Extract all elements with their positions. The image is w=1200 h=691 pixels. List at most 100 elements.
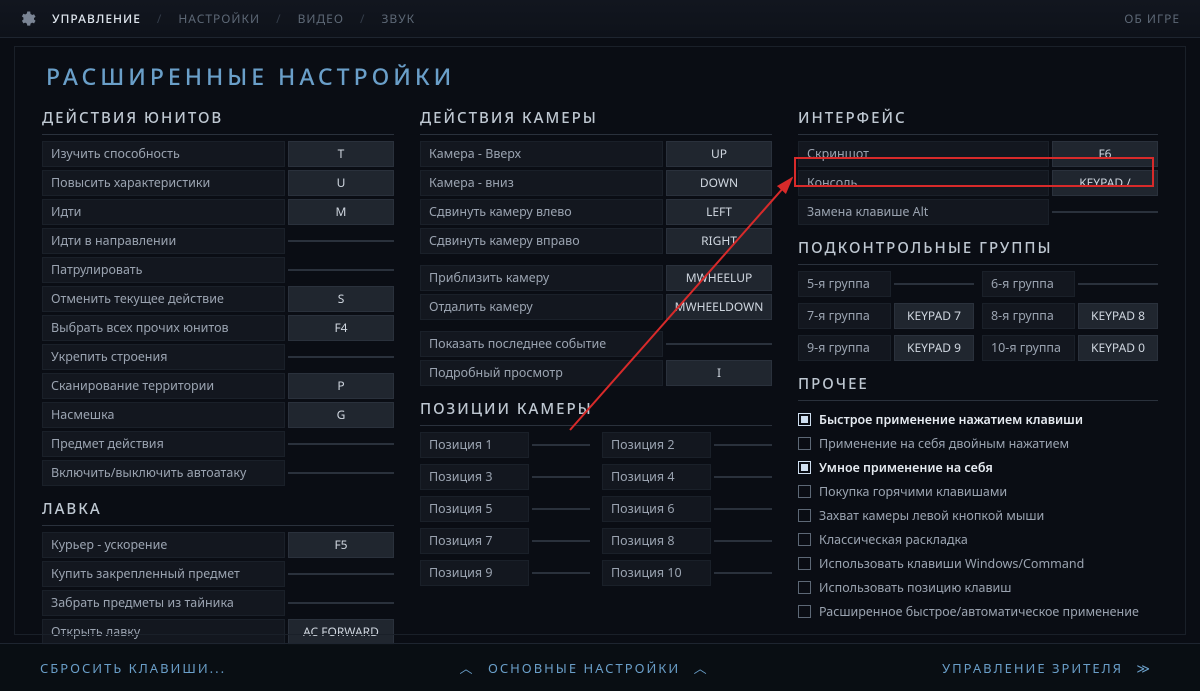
checkbox-row[interactable]: Умное применение на себя bbox=[798, 455, 1158, 479]
reset-keys-button[interactable]: CБРОСИТЬ КЛАВИШИ... bbox=[40, 659, 226, 677]
keybind-slot[interactable]: KEYPAD 0 bbox=[1078, 335, 1158, 361]
keybind-slot[interactable] bbox=[714, 476, 772, 478]
section-misc: ПРОЧЕЕ bbox=[798, 364, 1158, 401]
checkbox-icon bbox=[798, 437, 811, 450]
keybind-row: Позиция 10 bbox=[602, 560, 772, 586]
keybind-slot[interactable]: UP bbox=[666, 141, 772, 167]
keybind-slot[interactable] bbox=[288, 443, 394, 445]
keybind-label: Замена клавише Alt bbox=[798, 199, 1049, 225]
section-control-groups: ПОДКОНТРОЛЬНЫЕ ГРУППЫ bbox=[798, 228, 1158, 265]
keybind-slot[interactable] bbox=[288, 356, 394, 358]
checkbox-icon bbox=[798, 533, 811, 546]
keybind-row: Предмет действия bbox=[42, 431, 394, 457]
keybind-row: Приблизить камеруMWHEELUP bbox=[420, 265, 772, 291]
keybind-row: Позиция 6 bbox=[602, 496, 772, 522]
keybind-slot[interactable] bbox=[532, 540, 590, 542]
keybind-row: Позиция 3 bbox=[420, 464, 590, 490]
keybind-slot[interactable]: KEYPAD 8 bbox=[1078, 303, 1158, 329]
checkbox-icon bbox=[798, 509, 811, 522]
keybind-slot[interactable]: T bbox=[288, 141, 394, 167]
gear-icon[interactable] bbox=[18, 10, 36, 28]
keybind-slot[interactable] bbox=[714, 572, 772, 574]
keybind-label: 6-я группа bbox=[982, 271, 1075, 297]
section-unit-actions: ДЕЙСТВИЯ ЮНИТОВ bbox=[42, 98, 394, 135]
tab-2[interactable]: ВИДЕО bbox=[296, 10, 346, 27]
keybind-label: Сдвинуть камеру вправо bbox=[420, 228, 663, 254]
keybind-row: 7-я группаKEYPAD 7 bbox=[798, 303, 974, 329]
keybind-slot[interactable] bbox=[532, 572, 590, 574]
checkbox-row[interactable]: Использовать клавиши Windows/Command bbox=[798, 551, 1158, 575]
keybind-slot[interactable]: M bbox=[288, 199, 394, 225]
keybind-row: Замена клавише Alt bbox=[798, 199, 1158, 225]
keybind-slot[interactable]: G bbox=[288, 402, 394, 428]
basic-settings-button[interactable]: ОСНОВНЫЕ НАСТРОЙКИ bbox=[488, 659, 680, 677]
page-title: РАСШИРЕННЫЕ НАСТРОЙКИ bbox=[0, 38, 1200, 98]
keybind-row: Открыть лавкуAC FORWARD bbox=[42, 619, 394, 645]
keybind-slot[interactable] bbox=[666, 343, 772, 345]
keybind-row: 5-я группа bbox=[798, 271, 974, 297]
checkbox-row[interactable]: Расширенное быстрое/автоматическое приме… bbox=[798, 599, 1158, 623]
chevron-up-icon: ︿ bbox=[460, 659, 475, 677]
keybind-row: Купить закрепленный предмет bbox=[42, 561, 394, 587]
keybind-row: Идти в направлении bbox=[42, 228, 394, 254]
keybind-slot[interactable] bbox=[532, 476, 590, 478]
keybind-slot[interactable] bbox=[1078, 283, 1158, 285]
keybind-slot[interactable] bbox=[1052, 211, 1158, 213]
keybind-slot[interactable] bbox=[714, 444, 772, 446]
keybind-row: Укрепить строения bbox=[42, 344, 394, 370]
checkbox-label: Умное применение на себя bbox=[819, 459, 993, 476]
tab-1[interactable]: НАСТРОЙКИ bbox=[176, 10, 262, 27]
keybind-label: 9-я группа bbox=[798, 335, 891, 361]
keybind-slot[interactable] bbox=[288, 602, 394, 604]
keybind-slot[interactable]: U bbox=[288, 170, 394, 196]
checkbox-label: Классическая раскладка bbox=[819, 531, 968, 548]
keybind-row: Изучить способностьT bbox=[42, 141, 394, 167]
keybind-slot[interactable]: S bbox=[288, 286, 394, 312]
keybind-slot[interactable] bbox=[714, 508, 772, 510]
keybind-slot[interactable]: LEFT bbox=[666, 199, 772, 225]
checkbox-icon bbox=[798, 605, 811, 618]
keybind-slot[interactable] bbox=[288, 573, 394, 575]
keybind-row: 10-я группаKEYPAD 0 bbox=[982, 335, 1158, 361]
checkbox-label: Использовать клавиши Windows/Command bbox=[819, 555, 1084, 572]
keybind-slot[interactable] bbox=[532, 444, 590, 446]
spectator-controls-button[interactable]: УПРАВЛЕНИЕ ЗРИТЕЛЯ bbox=[942, 659, 1123, 677]
keybind-slot[interactable] bbox=[894, 283, 974, 285]
checkbox-row[interactable]: Покупка горячими клавишами bbox=[798, 479, 1158, 503]
keybind-label: Позиция 7 bbox=[420, 528, 529, 554]
keybind-slot[interactable]: MWHEELUP bbox=[666, 265, 772, 291]
keybind-slot[interactable]: I bbox=[666, 360, 772, 386]
keybind-slot[interactable] bbox=[288, 240, 394, 242]
keybind-slot[interactable] bbox=[714, 540, 772, 542]
keybind-row: Патрулировать bbox=[42, 257, 394, 283]
checkbox-row[interactable]: Использовать позицию клавиш bbox=[798, 575, 1158, 599]
keybind-slot[interactable]: P bbox=[288, 373, 394, 399]
top-nav: УПРАВЛЕНИЕ/НАСТРОЙКИ/ВИДЕО/ЗВУК ОБ ИГРЕ bbox=[0, 0, 1200, 38]
keybind-label: Насмешка bbox=[42, 402, 285, 428]
keybind-slot[interactable] bbox=[288, 472, 394, 474]
keybind-slot[interactable]: MWHEELDOWN bbox=[666, 294, 772, 320]
tab-about[interactable]: ОБ ИГРЕ bbox=[1122, 10, 1182, 27]
tab-3[interactable]: ЗВУК bbox=[379, 10, 417, 27]
keybind-slot[interactable] bbox=[288, 269, 394, 271]
keybind-label: Позиция 9 bbox=[420, 560, 529, 586]
keybind-slot[interactable]: KEYPAD 9 bbox=[894, 335, 974, 361]
keybind-row: Позиция 7 bbox=[420, 528, 590, 554]
checkbox-row[interactable]: Захват камеры левой кнопкой мыши bbox=[798, 503, 1158, 527]
checkbox-row[interactable]: Классическая раскладка bbox=[798, 527, 1158, 551]
keybind-row: Повысить характеристикиU bbox=[42, 170, 394, 196]
keybind-label: Позиция 8 bbox=[602, 528, 711, 554]
checkbox-label: Расширенное быстрое/автоматическое приме… bbox=[819, 603, 1139, 620]
keybind-slot[interactable]: AC FORWARD bbox=[288, 619, 394, 645]
keybind-slot[interactable]: DOWN bbox=[666, 170, 772, 196]
keybind-slot[interactable] bbox=[532, 508, 590, 510]
keybind-row: Сдвинуть камеру влевоLEFT bbox=[420, 199, 772, 225]
keybind-slot[interactable]: RIGHT bbox=[666, 228, 772, 254]
checkbox-row[interactable]: Применение на себя двойным нажатием bbox=[798, 431, 1158, 455]
keybind-slot[interactable]: KEYPAD 7 bbox=[894, 303, 974, 329]
keybind-slot[interactable]: F4 bbox=[288, 315, 394, 341]
keybind-slot[interactable]: F5 bbox=[288, 532, 394, 558]
keybind-row: НасмешкаG bbox=[42, 402, 394, 428]
checkbox-row[interactable]: Быстрое применение нажатием клавиши bbox=[798, 407, 1158, 431]
tab-0[interactable]: УПРАВЛЕНИЕ bbox=[50, 10, 143, 27]
